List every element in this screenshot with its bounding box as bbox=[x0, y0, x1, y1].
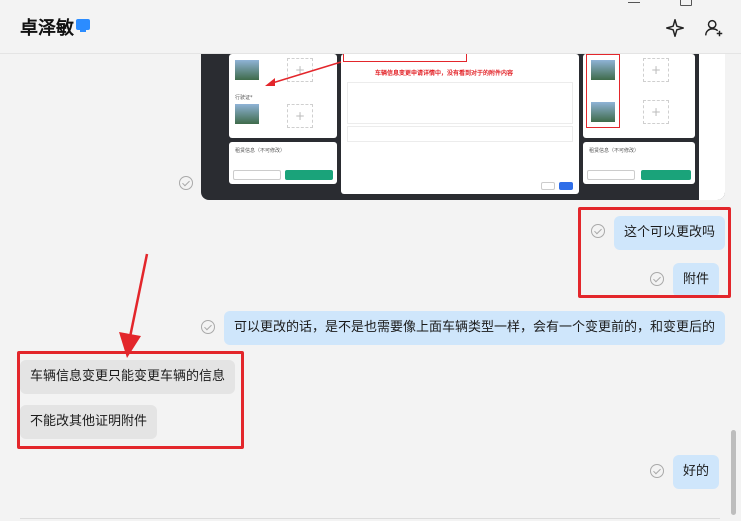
shot-plus-icon: + bbox=[287, 104, 313, 128]
shot-submit-btn bbox=[641, 170, 691, 180]
shot-thumbnail bbox=[235, 104, 259, 124]
shot-dialog: 车辆信息变更申请详情中，没有看到对于的附件内容 bbox=[341, 54, 579, 194]
read-receipt-icon bbox=[179, 176, 193, 190]
add-user-icon[interactable] bbox=[702, 16, 726, 40]
red-arrow-icon bbox=[119, 253, 149, 358]
read-receipt-icon bbox=[201, 320, 215, 334]
highlight-box bbox=[17, 351, 244, 449]
shot-cancel-btn bbox=[233, 170, 281, 180]
shot-thumbnail bbox=[591, 60, 615, 80]
message-bubble[interactable]: 可以更改的话，是不是也需要像上面车辆类型一样，会有一个变更前的，和变更后的 bbox=[224, 311, 726, 345]
scrollbar[interactable] bbox=[731, 430, 736, 515]
shot-table bbox=[347, 82, 573, 124]
shot-submit-btn bbox=[285, 170, 333, 180]
shot-right-panel: + + bbox=[583, 54, 695, 138]
shot-right-footer: 租赁信息（不可修改） bbox=[583, 142, 695, 184]
chat-header: 卓泽敏 bbox=[0, 0, 741, 54]
shot-textarea bbox=[347, 126, 573, 142]
shot-thumbnail bbox=[235, 60, 259, 80]
shot-plus-icon: + bbox=[643, 100, 669, 124]
shot-plus-icon: + bbox=[643, 58, 669, 82]
shot-left-footer: 租赁信息（不可修改） bbox=[229, 142, 337, 184]
shot-annotation: 车辆信息变更申请详情中，没有看到对于的附件内容 bbox=[375, 70, 514, 77]
chat-title: 卓泽敏 bbox=[20, 18, 74, 39]
shot-panel-label: 租赁信息（不可修改） bbox=[589, 148, 640, 154]
shot-arrow-icon bbox=[265, 61, 342, 86]
maximize-icon[interactable] bbox=[680, 0, 692, 6]
screenshot-image-message[interactable]: + 行驶证* + 租赁信息（不可修改） 车辆信息变更申请详情中，没有看到对于的附… bbox=[201, 54, 725, 200]
divider bbox=[20, 518, 720, 519]
sparkle-icon[interactable] bbox=[663, 16, 687, 40]
shot-redbox bbox=[343, 54, 467, 62]
shot-field-label: 行驶证* bbox=[235, 95, 253, 101]
shot-dialog-cancel bbox=[541, 182, 555, 190]
shot-side-list bbox=[699, 54, 725, 200]
highlight-box bbox=[578, 207, 731, 298]
monitor-icon bbox=[76, 19, 90, 32]
shot-cancel-btn bbox=[587, 170, 635, 180]
shot-thumbnail bbox=[591, 102, 615, 122]
read-receipt-icon bbox=[650, 464, 664, 478]
minimize-icon[interactable] bbox=[628, 2, 640, 3]
shot-dialog-ok bbox=[559, 182, 573, 190]
shot-panel-label: 租赁信息（不可修改） bbox=[235, 148, 286, 154]
message-bubble[interactable]: 好的 bbox=[673, 455, 720, 489]
